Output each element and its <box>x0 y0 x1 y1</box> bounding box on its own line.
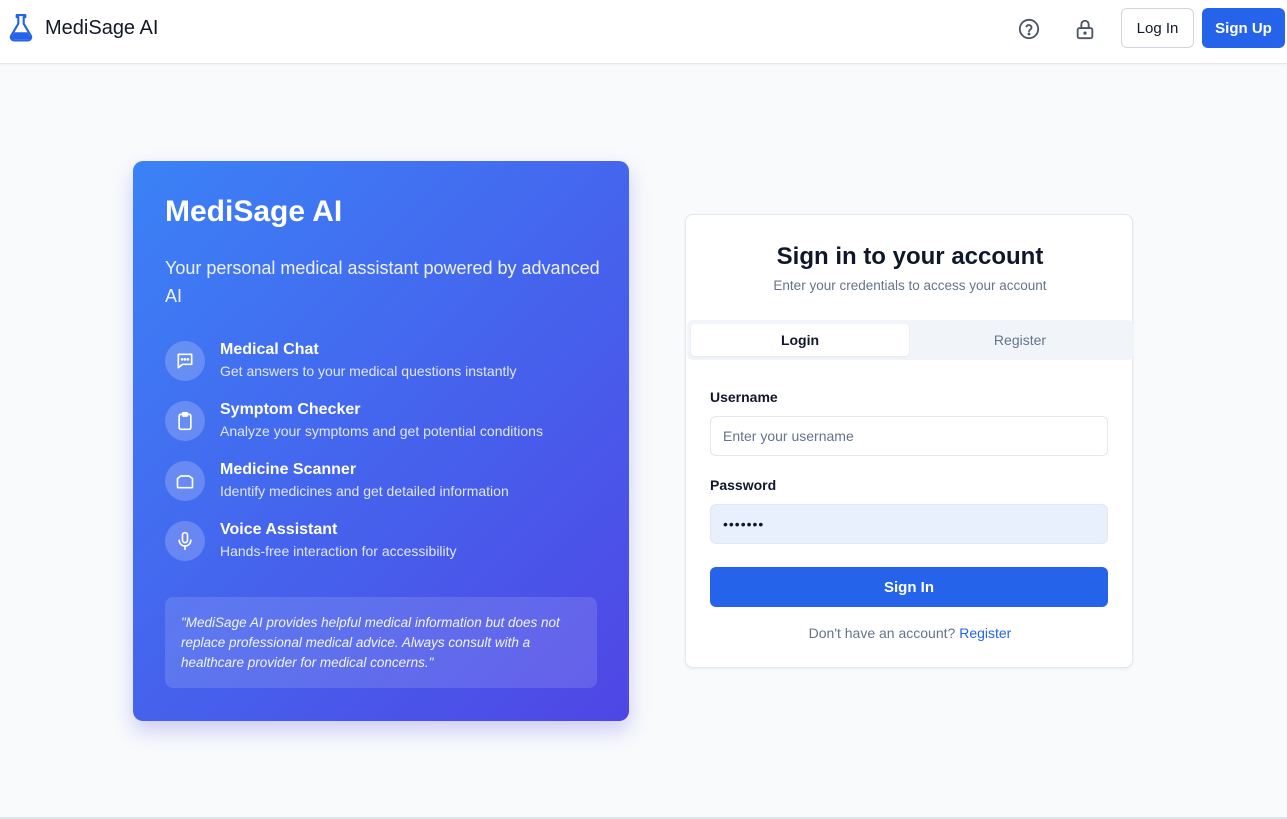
feature-icon-wrap <box>165 461 205 501</box>
chat-icon <box>177 353 193 369</box>
auth-tabs: Login Register <box>687 320 1133 360</box>
register-prompt-text: Don't have an account? <box>808 625 956 641</box>
tab-login[interactable]: Login <box>691 324 909 356</box>
card-title: Sign in to your account <box>776 243 1044 270</box>
clipboard-icon <box>178 411 192 431</box>
username-input[interactable] <box>710 416 1108 456</box>
sign-in-button[interactable]: Sign In <box>710 567 1108 607</box>
help-circle-icon <box>1018 18 1040 40</box>
tab-register[interactable]: Register <box>911 324 1129 356</box>
lock-button[interactable] <box>1072 16 1098 42</box>
brand-name: MediSage AI <box>45 16 159 39</box>
feature-description: Identify medicines and get detailed info… <box>220 483 509 499</box>
feature-icon-wrap <box>165 341 205 381</box>
password-input[interactable] <box>710 504 1108 544</box>
feature-icon-wrap <box>165 401 205 441</box>
feature-medicine-scanner: Medicine Scanner Identify medicines and … <box>165 461 605 505</box>
flask-icon <box>9 14 33 42</box>
feature-description: Get answers to your medical questions in… <box>220 363 517 379</box>
feature-title: Medicine Scanner <box>220 461 357 478</box>
microphone-icon <box>178 531 192 551</box>
disclaimer-quote: "MediSage AI provides helpful medical in… <box>165 597 597 688</box>
sign-in-card: Sign in to your account Enter your crede… <box>685 214 1133 668</box>
feature-title: Symptom Checker <box>220 401 361 418</box>
feature-symptom-checker: Symptom Checker Analyze your symptoms an… <box>165 401 605 445</box>
feature-description: Analyze your symptoms and get potential … <box>220 423 543 439</box>
top-navbar: MediSage AI Log In Sign Up <box>0 0 1287 64</box>
feature-title: Voice Assistant <box>220 521 338 538</box>
feature-voice-assistant: Voice Assistant Hands-free interaction f… <box>165 521 605 565</box>
brand[interactable]: MediSage AI <box>8 14 158 42</box>
register-prompt: Don't have an account? Register <box>686 625 1134 641</box>
help-button[interactable] <box>1016 16 1042 42</box>
hero-subtitle: Your personal medical assistant powered … <box>165 258 600 306</box>
username-label: Username <box>710 389 778 405</box>
feature-icon-wrap <box>165 521 205 561</box>
lock-icon <box>1076 19 1094 40</box>
feature-medical-chat: Medical Chat Get answers to your medical… <box>165 341 605 385</box>
sign-up-button[interactable]: Sign Up <box>1202 8 1285 48</box>
register-link[interactable]: Register <box>959 625 1011 641</box>
scanner-icon <box>176 475 194 489</box>
feature-panel: MediSage AI Your personal medical assist… <box>133 161 629 721</box>
feature-title: Medical Chat <box>220 341 319 358</box>
password-label: Password <box>710 477 777 493</box>
hero-title: MediSage AI <box>165 195 343 228</box>
feature-description: Hands-free interaction for accessibility <box>220 543 457 559</box>
card-subtitle: Enter your credentials to access your ac… <box>773 278 1047 293</box>
log-in-button[interactable]: Log In <box>1121 8 1194 48</box>
